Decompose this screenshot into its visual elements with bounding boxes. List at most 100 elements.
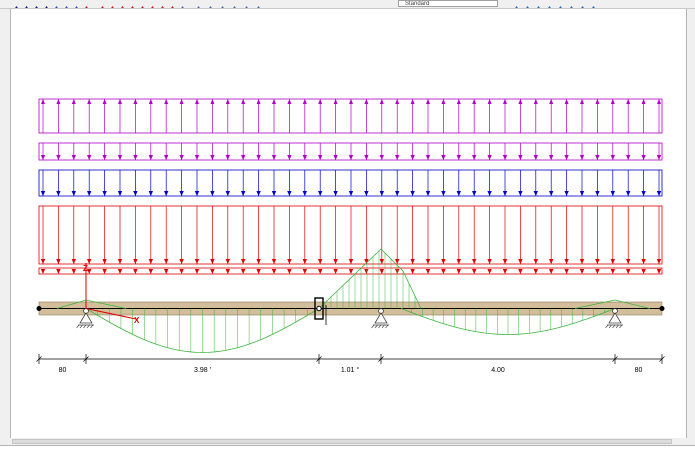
- bottom-area: [0, 438, 695, 463]
- view-icon[interactable]: [194, 0, 203, 8]
- load-arrow-head: [579, 269, 585, 274]
- view-icon[interactable]: [254, 0, 263, 8]
- load-icon[interactable]: [82, 0, 91, 8]
- load-arrow-head: [40, 269, 46, 274]
- left-vertical-scrollbar[interactable]: [0, 9, 11, 438]
- load-arrow-head: [333, 191, 338, 196]
- result-icon[interactable]: [148, 0, 157, 8]
- load-arrow-head: [472, 191, 477, 196]
- load-icon[interactable]: [98, 0, 107, 8]
- load-arrow-head: [518, 269, 523, 274]
- load-arrow-head: [210, 99, 215, 104]
- view-icon[interactable]: [218, 0, 227, 8]
- load-arrow-head: [425, 269, 431, 274]
- load-arrow-head: [133, 259, 138, 264]
- load-arrow-head: [364, 269, 369, 274]
- load-arrow-head: [626, 259, 631, 264]
- load-arrow-head: [610, 99, 615, 104]
- load-arrow-head: [533, 191, 538, 196]
- load-arrow-head: [395, 99, 400, 104]
- load-arrow-head: [179, 191, 184, 196]
- load-arrow-head: [364, 155, 369, 160]
- beam-end-node: [36, 306, 42, 311]
- load-arrow-head: [502, 259, 508, 264]
- load-arrow-head: [164, 99, 169, 104]
- load-arrow-head: [118, 99, 122, 104]
- load-arrow-head: [179, 269, 184, 274]
- load-arrow-head: [71, 99, 76, 104]
- horizontal-scrollbar-thumb[interactable]: [12, 439, 672, 444]
- support-icon[interactable]: [32, 0, 41, 8]
- load-arrow-head: [410, 269, 415, 274]
- render-icon[interactable]: [523, 0, 532, 8]
- model-canvas[interactable]: Z X 80 3.98 ' 1.01 ° 4.00 80: [11, 9, 686, 438]
- load-arrow-head: [318, 155, 323, 160]
- load-arrow-head: [656, 155, 662, 160]
- load-arrow-head: [410, 191, 415, 196]
- load-arrow-head: [379, 191, 384, 196]
- render-icon[interactable]: [534, 0, 543, 8]
- view-icon[interactable]: [178, 0, 187, 8]
- load-case-4-block: [38, 205, 663, 265]
- load-arrow-head: [271, 269, 277, 274]
- render-icon[interactable]: [512, 0, 521, 8]
- right-vertical-scrollbar[interactable]: [686, 9, 695, 438]
- support-icon[interactable]: [12, 0, 21, 8]
- load-arrow-head: [148, 191, 153, 196]
- render-icon[interactable]: [567, 0, 576, 8]
- load-arrow-head: [225, 259, 230, 264]
- member-icon[interactable]: [52, 0, 61, 8]
- result-icon[interactable]: [168, 0, 177, 8]
- horizontal-scrollbar[interactable]: [0, 438, 695, 446]
- load-arrow-head: [271, 259, 277, 264]
- support-hatch: [619, 324, 623, 329]
- load-arrow-head: [595, 259, 600, 264]
- load-arrow-head: [610, 155, 615, 160]
- load-arrow-head: [518, 155, 523, 160]
- support-icon[interactable]: [42, 0, 51, 8]
- load-arrow-head: [271, 155, 277, 160]
- load-arrow-head: [87, 191, 92, 196]
- support-hatch: [608, 324, 612, 329]
- load-arrow-head: [164, 269, 169, 274]
- load-arrow-head: [148, 259, 153, 264]
- load-arrow-head: [487, 99, 492, 104]
- support-hatch: [371, 324, 375, 329]
- view-icon[interactable]: [230, 0, 239, 8]
- load-arrow-head: [502, 269, 508, 274]
- view-icon[interactable]: [206, 0, 215, 8]
- load-icon[interactable]: [118, 0, 127, 8]
- result-icon[interactable]: [158, 0, 167, 8]
- load-icon[interactable]: [138, 0, 147, 8]
- load-arrow-head: [225, 99, 230, 104]
- render-icon[interactable]: [589, 0, 598, 8]
- load-icon[interactable]: [128, 0, 137, 8]
- load-icon[interactable]: [108, 0, 117, 8]
- load-arrow-head: [456, 191, 461, 196]
- load-arrow-head: [256, 259, 261, 264]
- load-arrow-head: [549, 191, 554, 196]
- load-arrow-head: [117, 155, 123, 160]
- load-arrow-head: [333, 99, 338, 104]
- load-arrow-head: [194, 259, 200, 264]
- render-icon[interactable]: [578, 0, 587, 8]
- render-icon[interactable]: [545, 0, 554, 8]
- display-style-select[interactable]: Standard: [398, 0, 498, 7]
- load-arrow-head: [348, 155, 354, 160]
- render-icon[interactable]: [556, 0, 565, 8]
- load-arrow-head: [410, 155, 415, 160]
- load-arrow-head: [533, 259, 538, 264]
- structural-model-view[interactable]: Z X 80 3.98 ' 1.01 ° 4.00 80: [11, 9, 686, 438]
- member-icon[interactable]: [62, 0, 71, 8]
- load-arrow-head: [102, 191, 107, 196]
- load-arrow-head: [379, 269, 384, 274]
- load-arrow-head: [256, 155, 261, 160]
- view-icon[interactable]: [242, 0, 251, 8]
- load-arrow-head: [472, 155, 477, 160]
- support-icon[interactable]: [22, 0, 31, 8]
- load-arrow-head: [425, 259, 431, 264]
- load-arrow-head: [41, 99, 45, 104]
- load-arrow-head: [580, 99, 584, 104]
- member-icon[interactable]: [72, 0, 81, 8]
- load-arrow-head: [56, 259, 61, 264]
